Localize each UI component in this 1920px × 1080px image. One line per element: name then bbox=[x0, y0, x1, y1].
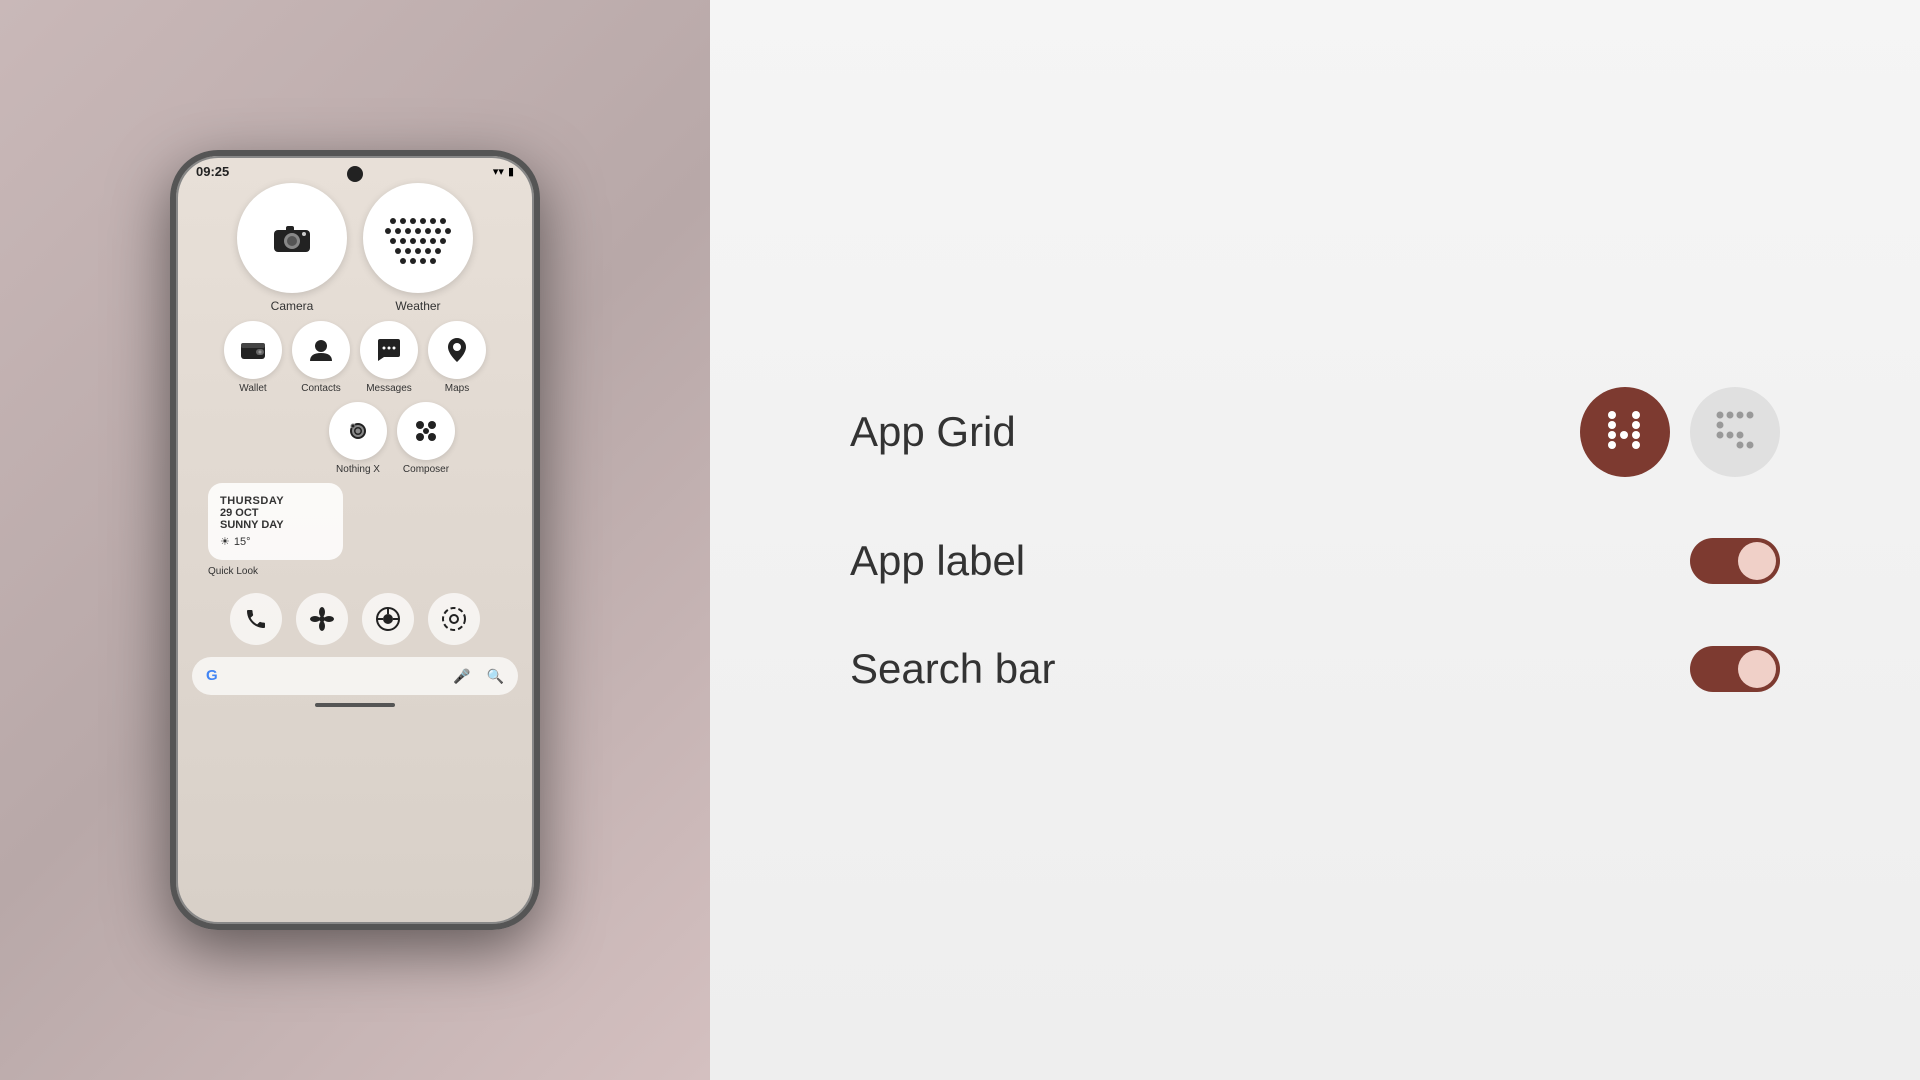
sun-icon: ☀ bbox=[220, 535, 230, 548]
front-camera bbox=[347, 166, 363, 182]
messages-icon-circle bbox=[360, 321, 418, 379]
ql-condition: SUNNY DAY bbox=[220, 519, 331, 531]
quick-look-widget: THURSDAY 29 OCT SUNNY DAY ☀ 15° bbox=[208, 483, 343, 560]
phone-dock bbox=[176, 585, 534, 653]
row3-icons: Nothing X Composer bbox=[192, 402, 518, 475]
app-grid-control bbox=[1580, 387, 1780, 477]
large-icons-row: Camera bbox=[192, 183, 518, 313]
camera-app[interactable]: Camera bbox=[237, 183, 347, 313]
phone-content: Camera bbox=[176, 183, 534, 577]
phone-search-bar[interactable]: G 🎤 🔍 bbox=[192, 657, 518, 695]
grid-5-dots bbox=[1712, 409, 1758, 455]
wifi-icon: ▾▾ bbox=[493, 165, 504, 178]
camera-icon bbox=[272, 222, 312, 254]
status-bar: 09:25 ▾▾ ▮ bbox=[176, 156, 534, 183]
mic-icon: 🎤 bbox=[453, 668, 470, 685]
phone-dock-call[interactable] bbox=[230, 593, 282, 645]
nothing-x-icon-circle bbox=[329, 402, 387, 460]
status-icons: ▾▾ ▮ bbox=[493, 165, 514, 178]
phone-time: 09:25 bbox=[196, 164, 229, 179]
medium-icons-row: Wallet Contacts bbox=[192, 321, 518, 394]
ql-date: 29 OCT bbox=[220, 507, 331, 519]
composer-icon-circle bbox=[397, 402, 455, 460]
app-grid-row: App Grid bbox=[850, 387, 1780, 477]
contacts-label: Contacts bbox=[301, 383, 340, 394]
maps-label: Maps bbox=[445, 383, 469, 394]
maps-app[interactable]: Maps bbox=[428, 321, 486, 394]
ql-day: THURSDAY bbox=[220, 495, 331, 507]
grid-4-button[interactable] bbox=[1580, 387, 1670, 477]
nothing-x-icon bbox=[344, 417, 372, 445]
wallet-app[interactable]: Wallet bbox=[224, 321, 282, 394]
fan-icon bbox=[309, 606, 335, 632]
app-label-label: App label bbox=[850, 537, 1025, 585]
camera-icon-circle bbox=[237, 183, 347, 293]
phone-dock-fan[interactable] bbox=[296, 593, 348, 645]
composer-label: Composer bbox=[403, 464, 449, 475]
composer-app[interactable]: Composer bbox=[397, 402, 455, 475]
search-bar-toggle[interactable] bbox=[1690, 646, 1780, 692]
google-logo: G bbox=[206, 667, 224, 685]
app-grid-label: App Grid bbox=[850, 408, 1016, 456]
app-label-toggle-thumb bbox=[1738, 542, 1776, 580]
left-panel: 09:25 ▾▾ ▮ bbox=[0, 0, 710, 1080]
right-button bbox=[538, 331, 540, 421]
battery-icon: ▮ bbox=[508, 165, 514, 178]
phone-call-icon bbox=[244, 607, 268, 631]
weather-icon-circle bbox=[363, 183, 473, 293]
contacts-icon-circle bbox=[292, 321, 350, 379]
app-label-toggle[interactable] bbox=[1690, 538, 1780, 584]
wallet-icon bbox=[240, 339, 266, 361]
messages-label: Messages bbox=[366, 383, 412, 394]
right-panel: App Grid bbox=[710, 0, 1920, 1080]
maps-icon bbox=[445, 336, 469, 364]
contacts-icon bbox=[308, 337, 334, 363]
messages-icon bbox=[376, 337, 402, 363]
camera-label: Camera bbox=[271, 299, 314, 313]
nothing-x-app[interactable]: Nothing X bbox=[329, 402, 387, 475]
weather-icon bbox=[383, 211, 453, 266]
composer-icon bbox=[412, 417, 440, 445]
grid-5-button[interactable] bbox=[1690, 387, 1780, 477]
wallet-label: Wallet bbox=[239, 383, 266, 394]
wallet-icon-circle bbox=[224, 321, 282, 379]
phone-screen: 09:25 ▾▾ ▮ bbox=[176, 156, 534, 924]
home-indicator bbox=[315, 703, 395, 707]
maps-icon-circle bbox=[428, 321, 486, 379]
power-button bbox=[170, 276, 172, 316]
phone-dock-chrome[interactable] bbox=[362, 593, 414, 645]
volume-down-button bbox=[170, 401, 172, 456]
settings-icon bbox=[441, 606, 467, 632]
phone-dock-settings[interactable] bbox=[428, 593, 480, 645]
grid-4-dots bbox=[1602, 409, 1648, 455]
quick-look-label: Quick Look bbox=[208, 566, 518, 577]
lens-icon: 🔍 bbox=[487, 668, 504, 685]
phone-mockup: 09:25 ▾▾ ▮ bbox=[170, 150, 540, 930]
app-label-row: App label bbox=[850, 537, 1780, 585]
nothing-x-label: Nothing X bbox=[336, 464, 380, 475]
volume-up-button bbox=[170, 331, 172, 386]
weather-label: Weather bbox=[395, 299, 440, 313]
chrome-icon bbox=[375, 606, 401, 632]
messages-app[interactable]: Messages bbox=[360, 321, 418, 394]
weather-app[interactable]: Weather bbox=[363, 183, 473, 313]
contacts-app[interactable]: Contacts bbox=[292, 321, 350, 394]
search-bar-label: Search bar bbox=[850, 645, 1055, 693]
search-bar-toggle-thumb bbox=[1738, 650, 1776, 688]
search-bar-row: Search bar bbox=[850, 645, 1780, 693]
ql-temp: ☀ 15° bbox=[220, 535, 331, 548]
